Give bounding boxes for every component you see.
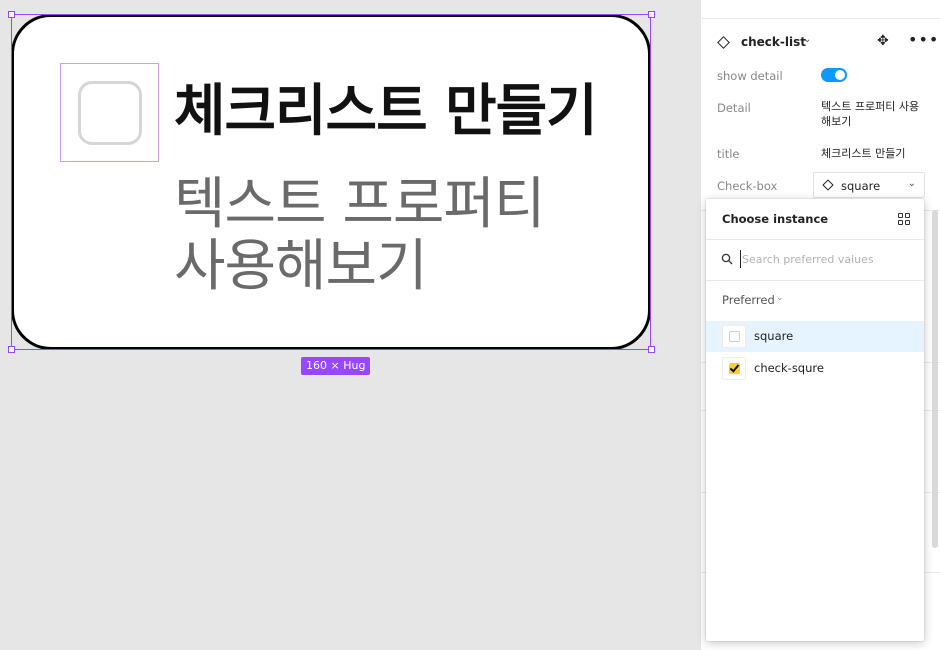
popover-divider bbox=[706, 280, 924, 281]
resize-handle-bottom-left[interactable] bbox=[8, 346, 15, 353]
chevron-down-icon: ⌄ bbox=[907, 178, 916, 189]
option-label: check-squre bbox=[754, 361, 824, 375]
instance-option-check-squre[interactable]: check-squre bbox=[706, 353, 924, 384]
detail-value[interactable]: 텍스트 프로퍼티 사용해보기 bbox=[821, 99, 921, 129]
chevron-down-icon[interactable]: ⌄ bbox=[803, 34, 811, 45]
show-detail-toggle[interactable] bbox=[821, 68, 847, 82]
resize-handle-bottom-right[interactable] bbox=[648, 346, 655, 353]
toggle-knob bbox=[835, 70, 845, 80]
square-thumbnail-icon bbox=[722, 325, 746, 348]
grid-view-icon[interactable] bbox=[898, 213, 910, 225]
title-value[interactable]: 체크리스트 만들기 bbox=[821, 146, 921, 161]
go-to-main-component-icon[interactable]: ✥ bbox=[877, 33, 889, 49]
component-header: check-list ⌄ ✥ ••• bbox=[717, 30, 938, 52]
popover-divider bbox=[706, 239, 924, 240]
choose-instance-popover: Choose instance Preferred ⌄ square check… bbox=[706, 199, 924, 641]
title-label: title bbox=[717, 147, 740, 161]
popover-title: Choose instance bbox=[722, 212, 829, 226]
detail-label: Detail bbox=[717, 101, 751, 115]
preferred-section-label[interactable]: Preferred bbox=[722, 293, 775, 307]
resize-handle-top-right[interactable] bbox=[648, 11, 655, 18]
chevron-down-icon[interactable]: ⌄ bbox=[776, 293, 784, 303]
show-detail-label: show detail bbox=[717, 69, 783, 83]
checked-square-thumbnail-icon bbox=[722, 357, 746, 380]
resize-handle-top-left[interactable] bbox=[8, 11, 15, 18]
component-diamond-icon bbox=[717, 36, 730, 49]
selection-outline bbox=[11, 14, 651, 350]
panel-divider bbox=[701, 18, 940, 19]
selected-instance-value: square bbox=[841, 179, 881, 193]
component-name[interactable]: check-list bbox=[741, 35, 806, 49]
option-label: square bbox=[754, 329, 794, 343]
more-options-icon[interactable]: ••• bbox=[908, 30, 939, 49]
instance-diamond-icon bbox=[822, 179, 834, 191]
panel-scrollbar[interactable] bbox=[932, 210, 938, 548]
checkbox-instance-select[interactable]: square ⌄ bbox=[813, 172, 925, 198]
search-input[interactable] bbox=[740, 250, 910, 268]
search-icon bbox=[721, 253, 733, 265]
checkbox-label: Check-box bbox=[717, 179, 778, 193]
size-badge: 160 × Hug bbox=[301, 357, 371, 375]
instance-option-square[interactable]: square bbox=[706, 321, 924, 352]
design-canvas[interactable]: 체크리스트 만들기 텍스트 프로퍼티 사용해보기 160 × Hug bbox=[0, 0, 700, 650]
